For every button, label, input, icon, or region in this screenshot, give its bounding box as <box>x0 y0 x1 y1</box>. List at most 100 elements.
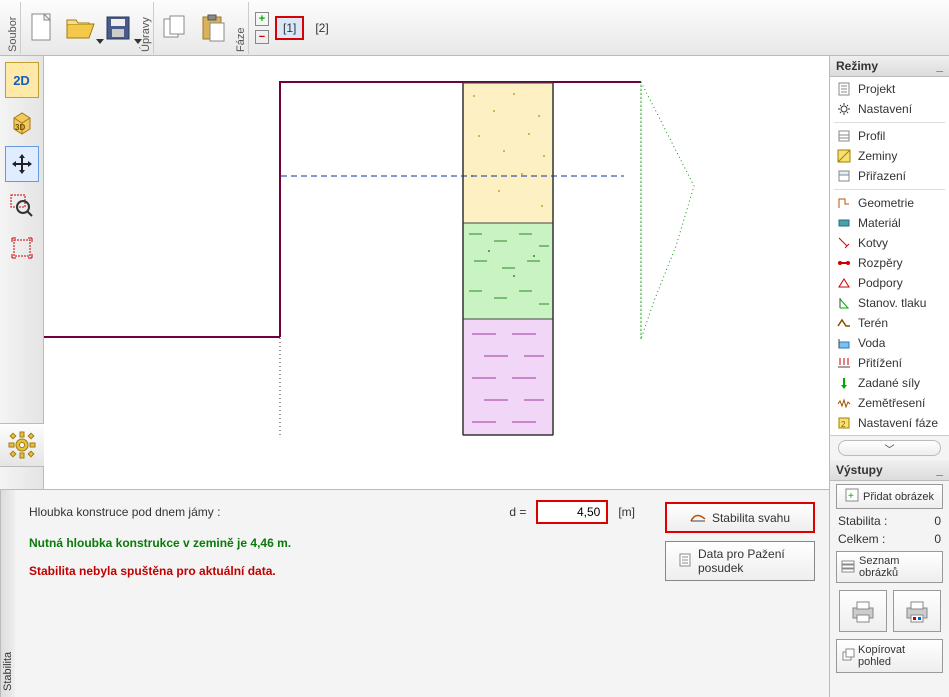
view-2d-button[interactable]: 2D <box>5 62 39 98</box>
depth-input[interactable] <box>536 500 608 524</box>
file-icon <box>28 11 56 45</box>
print-button[interactable] <box>839 590 887 632</box>
paste-button[interactable] <box>195 4 231 52</box>
support-icon <box>836 275 852 291</box>
svg-text:+: + <box>848 491 854 502</box>
folder-open-icon <box>64 14 96 42</box>
material-icon <box>836 215 852 231</box>
mode-nastaveni-faze[interactable]: 2Nastavení fáze <box>830 413 949 433</box>
terrain-icon <box>836 315 852 331</box>
soil-icon <box>836 148 852 164</box>
minimize-modes-button[interactable]: _ <box>936 59 943 73</box>
phase-2-tab[interactable]: [2] <box>308 17 335 39</box>
forces-icon <box>836 375 852 391</box>
water-icon <box>836 335 852 351</box>
mode-zadane-sily[interactable]: Zadané síly <box>830 373 949 393</box>
pressure-icon <box>836 295 852 311</box>
copy-icon <box>160 13 190 43</box>
mode-prirazeni[interactable]: Přiřazení <box>830 166 949 186</box>
mode-zeminy[interactable]: Zeminy <box>830 146 949 166</box>
phase-add-remove: + − <box>255 12 269 44</box>
2d-icon: 2D <box>13 73 30 88</box>
settings-button[interactable] <box>0 423 44 467</box>
stability-analysis-button[interactable]: Stabilita svahu <box>665 502 815 533</box>
project-icon <box>836 81 852 97</box>
mode-voda[interactable]: Voda <box>830 333 949 353</box>
list-icon <box>841 559 855 576</box>
bottom-content: Hloubka konstruce pod dnem jámy : d = [m… <box>15 490 829 697</box>
chevron-down-icon: ﹀ <box>885 441 895 456</box>
list-images-button[interactable]: Seznam obrázků <box>836 551 943 583</box>
group-label-upravy: Úpravy <box>139 2 154 54</box>
depth-label: Hloubka konstruce pod dnem jámy : <box>29 505 220 519</box>
gear-small-icon <box>836 101 852 117</box>
slope-icon <box>690 509 706 526</box>
zoom-window-button[interactable] <box>5 188 39 224</box>
required-depth-text: Nutná hloubka konstrukce v zemině je 4,4… <box>29 536 635 550</box>
right-panel: Režimy _ Projekt Nastavení Profil Zeminy… <box>829 56 949 697</box>
zoom-extents-button[interactable] <box>5 230 39 266</box>
group-label-soubor: Soubor <box>6 2 21 54</box>
bottom-tab-stabilita[interactable]: Stabilita <box>0 490 15 697</box>
mode-kotvy[interactable]: Kotvy <box>830 233 949 253</box>
minimize-outputs-button[interactable]: _ <box>936 463 943 477</box>
outputs-header-label: Výstupy <box>836 463 883 477</box>
mode-geometrie[interactable]: Geometrie <box>830 193 949 213</box>
view-3d-button[interactable]: 3D <box>5 104 39 140</box>
new-file-button[interactable] <box>24 4 60 52</box>
remove-phase-button[interactable]: − <box>255 30 269 44</box>
stabilita-count-row: Stabilita : 0 <box>830 512 949 530</box>
fit-icon <box>10 236 34 260</box>
mode-teren[interactable]: Terén <box>830 313 949 333</box>
mode-projekt[interactable]: Projekt <box>830 79 949 99</box>
print-color-button[interactable] <box>893 590 941 632</box>
top-toolbar: Soubor Úpravy Fáze + − [1] [2] <box>0 0 949 56</box>
data-for-sheeting-button[interactable]: Data pro Pažení posudek <box>665 541 815 581</box>
gear-icon <box>7 430 37 460</box>
mode-pritizeni[interactable]: Přitížení <box>830 353 949 373</box>
add-image-icon: + <box>845 488 859 505</box>
bottom-panel: Stabilita Hloubka konstruce pod dnem jám… <box>0 489 829 697</box>
copy-button[interactable] <box>157 4 193 52</box>
add-phase-button[interactable]: + <box>255 12 269 26</box>
modes-list: Projekt Nastavení Profil Zeminy Přiřazen… <box>830 77 949 436</box>
modes-header: Režimy _ <box>830 56 949 77</box>
depth-unit: [m] <box>618 505 635 519</box>
group-label-faze: Fáze <box>234 2 249 54</box>
stability-warning-text: Stabilita nebyla spuštěna pro aktuální d… <box>29 564 635 578</box>
geometry-icon <box>836 195 852 211</box>
pan-button[interactable] <box>5 146 39 182</box>
mode-podpory[interactable]: Podpory <box>830 273 949 293</box>
open-file-button[interactable] <box>62 4 98 52</box>
mode-profil[interactable]: Profil <box>830 126 949 146</box>
section-drawing <box>44 56 829 489</box>
mode-stanov-tlaku[interactable]: Stanov. tlaku <box>830 293 949 313</box>
svg-text:2: 2 <box>841 420 846 429</box>
phase-settings-icon: 2 <box>836 415 852 431</box>
celkem-count-row: Celkem : 0 <box>830 530 949 548</box>
move-arrows-icon <box>10 152 34 176</box>
printer-icon <box>849 598 877 624</box>
add-image-button[interactable]: + Přidat obrázek <box>836 484 943 509</box>
copy-view-button[interactable]: Kopírovat pohled <box>836 639 943 673</box>
drawing-canvas[interactable] <box>44 56 829 489</box>
outputs-header: Výstupy _ <box>830 460 949 481</box>
phase-1-tab[interactable]: [1] <box>275 16 304 40</box>
surcharge-icon <box>836 355 852 371</box>
data-icon <box>678 553 692 570</box>
strut-icon <box>836 255 852 271</box>
anchor-icon <box>836 235 852 251</box>
copy-view-icon <box>841 648 855 665</box>
mode-rozpery[interactable]: Rozpěry <box>830 253 949 273</box>
expand-modes-button[interactable]: ﹀ <box>838 440 941 456</box>
d-symbol: d = <box>509 505 526 519</box>
print-row <box>834 590 945 632</box>
profile-icon <box>836 128 852 144</box>
earthquake-icon <box>836 395 852 411</box>
mode-zemetreseni[interactable]: Zemětřesení <box>830 393 949 413</box>
zoom-icon <box>9 193 35 219</box>
3d-cube-icon: 3D <box>9 109 35 135</box>
save-file-button[interactable] <box>100 4 136 52</box>
mode-material[interactable]: Materiál <box>830 213 949 233</box>
mode-nastaveni[interactable]: Nastavení <box>830 99 949 119</box>
